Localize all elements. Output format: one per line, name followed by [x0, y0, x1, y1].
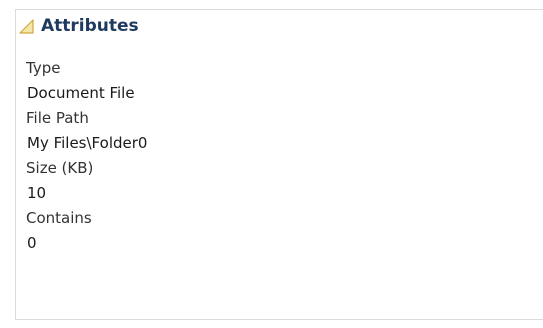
attribute-type: Type Document File — [26, 56, 147, 106]
attribute-value: 0 — [27, 234, 37, 252]
collapse-triangle-icon[interactable] — [17, 17, 35, 35]
attributes-title: Attributes — [41, 16, 139, 36]
attribute-value: Document File — [27, 84, 135, 102]
attribute-label: Contains — [26, 209, 92, 227]
attribute-contains: Contains 0 — [26, 206, 147, 256]
attribute-label: File Path — [26, 109, 89, 127]
attribute-file-path: File Path My Files\Folder0 — [26, 106, 147, 156]
attributes-header[interactable]: Attributes — [17, 14, 139, 38]
attribute-label: Type — [26, 59, 61, 77]
attribute-value: My Files\Folder0 — [27, 134, 148, 152]
attribute-list: Type Document File File Path My Files\Fo… — [26, 56, 147, 256]
attribute-size: Size (KB) 10 — [26, 156, 147, 206]
attribute-value: 10 — [27, 184, 47, 202]
attribute-label: Size (KB) — [26, 159, 94, 177]
